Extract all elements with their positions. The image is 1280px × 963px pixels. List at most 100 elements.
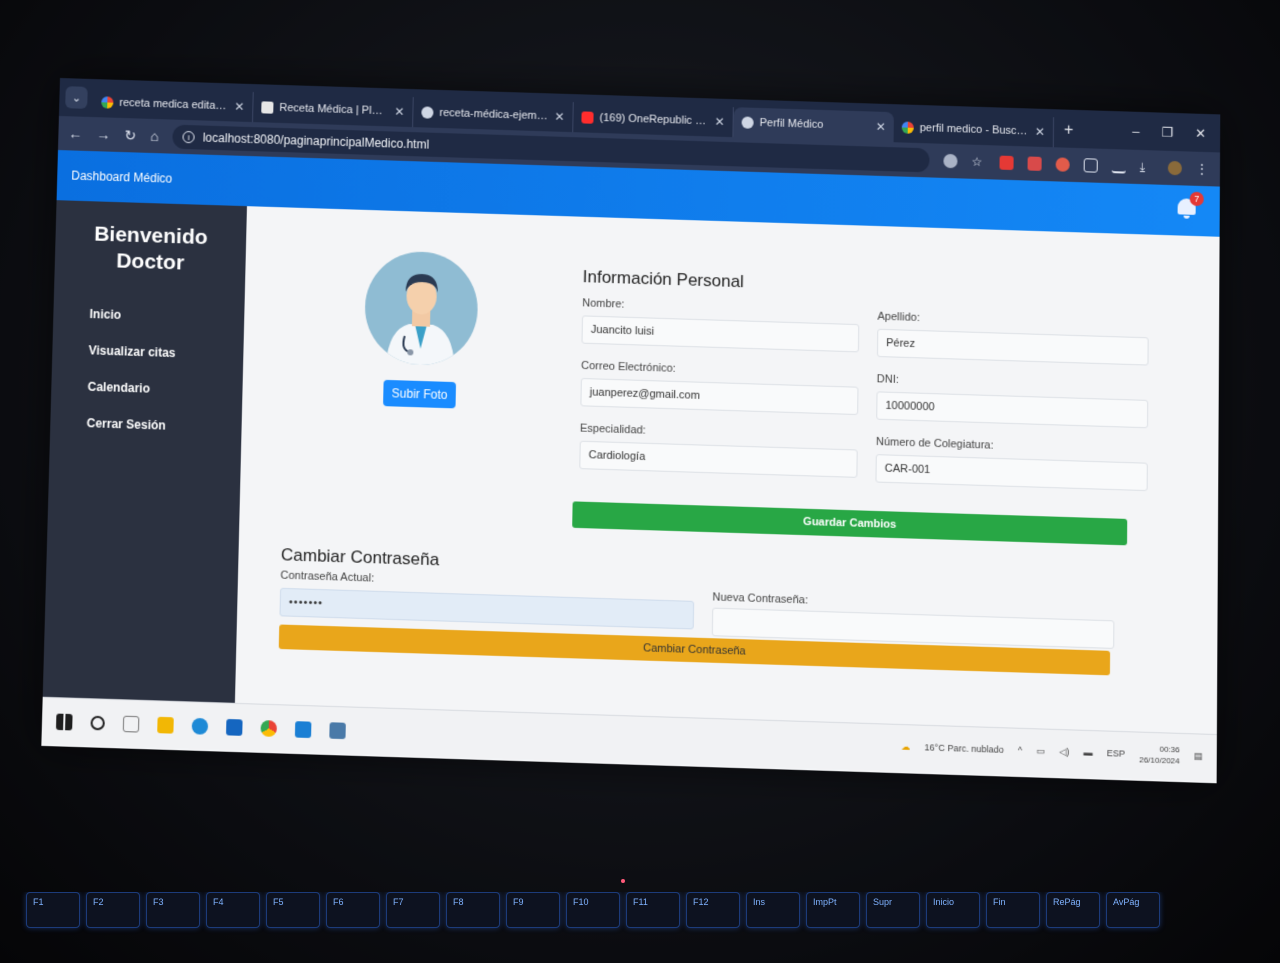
mail-icon[interactable]: [226, 718, 243, 736]
correo-label: Correo Electrónico:: [580, 359, 676, 375]
new-tab-button[interactable]: +: [1054, 121, 1084, 148]
close-tab-icon[interactable]: ✕: [876, 120, 886, 134]
site-info-icon[interactable]: i: [182, 130, 195, 144]
browser-tab[interactable]: receta medica editable - B ✕: [92, 87, 254, 123]
weather-text[interactable]: 16°C Parc. nublado: [924, 742, 1003, 755]
keyboard-key: RePág: [1046, 892, 1100, 928]
tab-title: perfil medico - Buscar con: [919, 122, 1029, 138]
language-indicator[interactable]: ESP: [1107, 748, 1125, 759]
close-tab-icon[interactable]: ✕: [714, 115, 724, 129]
close-tab-icon[interactable]: ✕: [1035, 125, 1045, 139]
dni-label: DNI:: [876, 373, 899, 386]
close-tab-icon[interactable]: ✕: [394, 105, 404, 119]
navbar-brand[interactable]: Dashboard Médico: [71, 169, 172, 186]
keyboard-key: F3: [146, 892, 200, 928]
colegiatura-field[interactable]: CAR-001: [875, 454, 1148, 492]
welcome-line: Doctor: [115, 249, 185, 275]
edge-icon[interactable]: [191, 717, 209, 735]
google-icon: [101, 96, 114, 109]
sidebar-welcome: Bienvenido Doctor: [55, 220, 247, 278]
url-text: localhost:8080/paginaprincipalMedico.htm…: [202, 130, 430, 152]
apellido-label: Apellido:: [877, 310, 920, 325]
extension-icon[interactable]: [1027, 156, 1042, 171]
bookmark-star-icon[interactable]: ☆: [971, 155, 985, 169]
notification-center-icon[interactable]: ▤: [1194, 750, 1203, 762]
sidebar-item-visualizar-citas[interactable]: Visualizar citas: [52, 331, 244, 373]
windows-start-icon[interactable]: [55, 713, 73, 730]
tab-title: (169) OneRepublic - Re: [599, 111, 709, 128]
globe-icon: [421, 106, 434, 119]
sidebar-item-calendario[interactable]: Calendario: [51, 367, 243, 409]
profile-avatar-icon[interactable]: [1167, 160, 1182, 176]
monitor-screen: ⌄ receta medica editable - B ✕ Receta Mé…: [41, 78, 1221, 784]
maximize-icon[interactable]: ❐: [1161, 125, 1173, 141]
mysql-icon[interactable]: [329, 721, 346, 739]
keyboard-key: F7: [386, 892, 440, 928]
close-tab-icon[interactable]: ✕: [554, 110, 564, 124]
browser-tab[interactable]: perfil medico - Buscar con ✕: [893, 112, 1055, 148]
tab-title: Receta Médica | Plantilla g: [279, 101, 389, 118]
webcam-led: [621, 879, 625, 883]
laptop-keyboard: F1 F2 F3 F4 F5 F6 F7 F8 F9 F10 F11 F12 Ins ImpPt Supr I…: [0, 892, 1280, 963]
file-explorer-icon[interactable]: [157, 716, 174, 734]
vscode-icon[interactable]: [294, 720, 312, 738]
task-view-icon[interactable]: [122, 715, 140, 733]
browser-tab[interactable]: Receta Médica | Plantilla g ✕: [253, 92, 414, 128]
home-icon[interactable]: ⌂: [150, 128, 159, 144]
keyboard-key: F12: [686, 892, 740, 928]
clock-date: 26/10/2024: [1139, 755, 1180, 766]
chrome-icon[interactable]: [260, 719, 278, 737]
browser-tab[interactable]: receta-médica-ejemplo.pd ✕: [413, 97, 574, 133]
password-key-icon[interactable]: [943, 153, 958, 169]
apellido-field[interactable]: Pérez: [876, 328, 1149, 366]
tray-arrow-icon[interactable]: ^: [1018, 745, 1022, 755]
sidebar: Bienvenido Doctor Inicio Visualizar cita…: [42, 200, 247, 703]
sidebar-item-inicio[interactable]: Inicio: [53, 295, 245, 337]
clock[interactable]: 00:36 26/10/2024: [1139, 743, 1180, 767]
search-icon[interactable]: [90, 715, 105, 730]
notification-bell-icon[interactable]: 7: [1176, 191, 1204, 220]
forward-icon[interactable]: →: [96, 126, 110, 142]
function-key-row: F1 F2 F3 F4 F5 F6 F7 F8 F9 F10 F11 F12 Ins ImpPt Supr I…: [0, 892, 1280, 928]
current-password-label: Contraseña Actual:: [280, 569, 375, 585]
extensions-area: ☆ ⤓ ⋮: [943, 153, 1210, 176]
dni-field[interactable]: 10000000: [876, 391, 1149, 429]
nombre-field[interactable]: Juancito luisi: [581, 315, 860, 353]
change-password-title: Cambiar Contraseña: [280, 545, 440, 570]
profile-content: Subir Foto Información Personal Nombre: …: [234, 206, 1220, 735]
minimize-icon[interactable]: –: [1132, 124, 1139, 140]
keyboard-key: F10: [566, 892, 620, 928]
upload-photo-button[interactable]: Subir Foto: [383, 379, 457, 409]
keyboard-key: F5: [266, 892, 320, 928]
save-changes-button[interactable]: Guardar Cambios: [572, 501, 1128, 546]
reload-icon[interactable]: ↻: [124, 127, 136, 144]
tab-title: receta medica editable - B: [119, 96, 229, 113]
back-icon[interactable]: ←: [68, 125, 82, 141]
browser-tab-active[interactable]: Perfil Médico ✕: [733, 107, 894, 143]
correo-field[interactable]: juanperez@gmail.com: [580, 377, 859, 416]
puzzle-icon[interactable]: [1083, 158, 1098, 173]
tab-search-icon[interactable]: ⌄: [65, 86, 88, 109]
reading-list-icon[interactable]: [1111, 159, 1126, 174]
volume-icon[interactable]: ◁): [1059, 746, 1069, 758]
keyboard-key: F4: [206, 892, 260, 928]
battery-icon[interactable]: ▬: [1083, 747, 1092, 758]
keyboard-key: Inicio: [926, 892, 980, 928]
google-icon: [901, 121, 914, 134]
download-icon[interactable]: ⤓: [1140, 160, 1154, 174]
especialidad-field[interactable]: Cardiología: [579, 440, 858, 478]
network-icon[interactable]: ▭: [1036, 745, 1045, 757]
sidebar-item-cerrar-sesion[interactable]: Cerrar Sesión: [50, 404, 242, 446]
close-tab-icon[interactable]: ✕: [234, 99, 244, 113]
youtube-ext-icon[interactable]: [999, 155, 1014, 171]
tab-title: Perfil Médico: [759, 116, 824, 131]
browser-tab[interactable]: (169) OneRepublic - Re ✕: [573, 102, 734, 138]
current-password-field[interactable]: •••••••: [279, 587, 695, 630]
colegiatura-label: Número de Colegiatura:: [875, 435, 994, 452]
menu-dots-icon[interactable]: ⋮: [1196, 162, 1210, 176]
keyboard-key: AvPág: [1106, 892, 1160, 928]
window-controls: – ❐ ✕: [1118, 123, 1220, 152]
keyboard-key: F9: [506, 892, 560, 928]
close-window-icon[interactable]: ✕: [1195, 126, 1206, 142]
shield-ext-icon[interactable]: [1055, 157, 1070, 172]
